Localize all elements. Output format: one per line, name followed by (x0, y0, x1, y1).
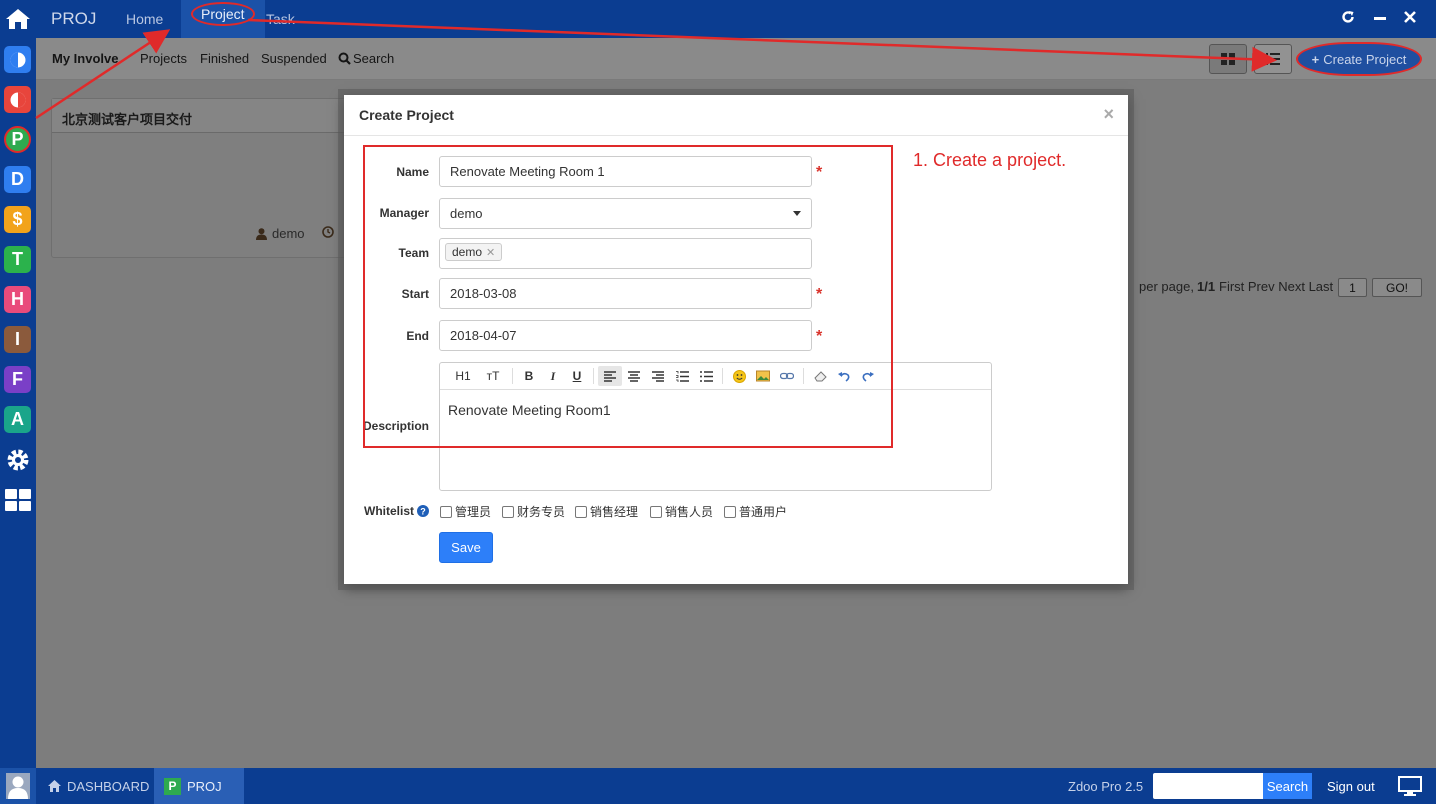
whitelist-option-label: 销售人员 (665, 505, 714, 519)
close-window-icon[interactable] (1403, 10, 1417, 28)
create-project-label: Create Project (1323, 51, 1407, 67)
user-icon (256, 227, 267, 240)
home-icon[interactable] (0, 0, 36, 38)
subnav-finished[interactable]: Finished (200, 51, 249, 66)
pager-per-page: per page, (1139, 279, 1194, 294)
subnav-search-label: Search (353, 51, 395, 66)
checkbox[interactable] (575, 505, 587, 518)
plus-icon: + (1311, 51, 1320, 67)
whitelist-option-4[interactable]: 销售人员 (650, 503, 713, 520)
project-card-user: demo (256, 226, 305, 241)
app-ameba-icon[interactable]: A (4, 406, 31, 433)
app-flow-icon[interactable]: F (4, 366, 31, 393)
checkbox[interactable] (502, 505, 514, 518)
subnav-projects[interactable]: Projects (140, 51, 187, 66)
nav-project-label: Project (191, 2, 255, 26)
create-project-button[interactable]: + Create Project (1296, 42, 1422, 76)
project-card-user-name: demo (272, 226, 305, 241)
desktop-icon[interactable] (1398, 768, 1422, 804)
whitelist-option-label: 销售经理 (590, 505, 639, 519)
app-oa-icon[interactable] (4, 86, 31, 113)
pager-go-button[interactable]: GO! (1372, 278, 1422, 297)
annotation-box (363, 145, 893, 448)
pager-page-input[interactable]: 1 (1338, 278, 1367, 297)
nav-home[interactable]: Home (126, 11, 163, 27)
app-team-icon[interactable]: T (4, 246, 31, 273)
view-card-button[interactable] (1209, 44, 1247, 74)
svg-text:?: ? (420, 507, 426, 517)
whitelist-option-label: 财务专员 (517, 505, 566, 519)
dashboard-tab[interactable]: DASHBOARD (48, 768, 149, 804)
bottom-search-input[interactable] (1153, 773, 1263, 799)
bottom-search-button[interactable]: Search (1263, 773, 1312, 799)
avatar[interactable] (0, 768, 36, 804)
save-button[interactable]: Save (439, 532, 493, 563)
dashboard-label: DASHBOARD (67, 778, 150, 794)
app-proj-icon[interactable]: P (4, 126, 31, 153)
subnav-search[interactable]: Search (338, 51, 394, 66)
whitelist-option-5[interactable]: 普通用户 (724, 503, 787, 520)
whitelist-option-3[interactable]: 销售经理 (575, 503, 638, 520)
home-icon (48, 780, 61, 792)
whitelist-label-group: Whitelist ? (364, 504, 442, 518)
modal-title: Create Project (344, 95, 1128, 136)
whitelist-option-label: 普通用户 (739, 505, 788, 519)
grid-view-icon (1221, 53, 1235, 65)
minimize-icon[interactable] (1373, 10, 1387, 28)
whitelist-option-1[interactable]: 管理员 (440, 503, 491, 520)
nav-project[interactable]: Project (181, 0, 265, 38)
app-doc-icon[interactable]: D (4, 166, 31, 193)
pager-count: 1/1 (1197, 279, 1216, 294)
app-rail: P D $ T H I F A (0, 0, 36, 804)
app-hr-icon[interactable]: H (4, 286, 31, 313)
checkbox[interactable] (440, 505, 452, 518)
subnav-suspended[interactable]: Suspended (261, 51, 327, 66)
signout-link[interactable]: Sign out (1327, 768, 1375, 804)
nav-task[interactable]: Task (266, 11, 295, 27)
whitelist-option-label: 管理员 (455, 505, 492, 519)
sub-nav: My Involve Projects Finished Suspended S… (36, 38, 1436, 80)
version-label: Zdoo Pro 2.5 (1068, 778, 1144, 794)
clock-icon (322, 226, 334, 241)
subnav-my-involve[interactable]: My Involve (52, 51, 118, 66)
checkbox[interactable] (724, 505, 736, 518)
pager-links[interactable]: First Prev Next Last (1219, 279, 1333, 294)
view-list-button[interactable] (1254, 44, 1292, 74)
top-bar: PROJ Home Project Task (36, 0, 1436, 38)
refresh-icon[interactable] (1341, 10, 1355, 28)
bottom-bar: DASHBOARD P PROJ Zdoo Pro 2.5 Search Sig… (0, 768, 1436, 804)
list-view-icon (1266, 53, 1280, 65)
brand-title: PROJ (51, 9, 97, 28)
proj-tab[interactable]: P PROJ (154, 768, 244, 804)
gear-icon[interactable] (4, 446, 31, 473)
proj-tab-label: PROJ (187, 778, 222, 794)
checkbox[interactable] (650, 505, 662, 518)
whitelist-option-2[interactable]: 财务专员 (502, 503, 565, 520)
app-psi-icon[interactable]: I (4, 326, 31, 353)
annotation-text: 1. Create a project. (913, 150, 1067, 170)
app-cash-icon[interactable]: $ (4, 206, 31, 233)
search-icon (338, 52, 351, 65)
app-crm-icon[interactable] (4, 46, 31, 73)
modal-close-button[interactable]: × (1103, 104, 1114, 125)
whitelist-label: Whitelist (364, 504, 414, 518)
user-avatar-icon (6, 773, 30, 799)
grid-icon[interactable] (4, 486, 31, 513)
proj-app-icon: P (164, 777, 181, 795)
help-icon[interactable]: ? (417, 505, 429, 517)
